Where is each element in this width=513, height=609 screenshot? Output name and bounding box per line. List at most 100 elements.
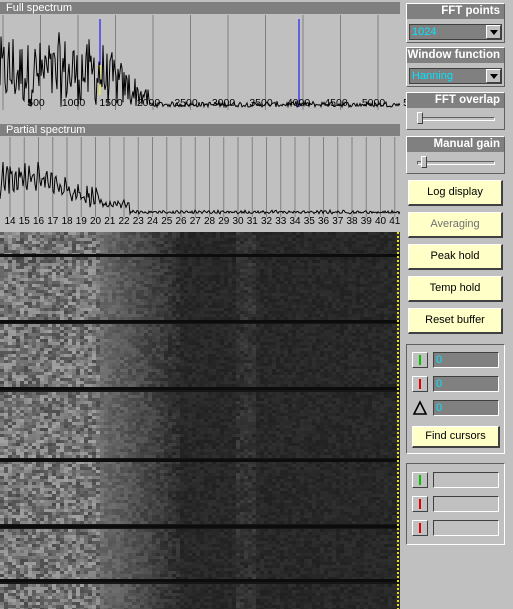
waterfall-cell xyxy=(212,330,216,333)
waterfall-cell xyxy=(236,244,240,247)
waterfall-cell xyxy=(16,336,20,339)
waterfall-cell xyxy=(204,339,208,342)
waterfall-cell xyxy=(356,354,360,357)
waterfall-cell xyxy=(36,241,40,244)
waterfall-cell xyxy=(76,287,80,290)
waterfall-cell xyxy=(88,263,92,266)
waterfall-cell xyxy=(104,281,108,284)
full-spectrum-axis: 5001000150020002500300035004000450050005… xyxy=(0,97,415,111)
waterfall-cell xyxy=(296,354,300,357)
waterfall-cell xyxy=(164,366,168,369)
waterfall-cell xyxy=(56,308,60,311)
waterfall-cell xyxy=(120,302,124,305)
waterfall-cell xyxy=(352,308,356,311)
waterfall-cell xyxy=(392,290,396,293)
waterfall-cell xyxy=(32,378,36,381)
waterfall-cell xyxy=(56,339,60,342)
waterfall-cell xyxy=(172,348,176,351)
waterfall-cell xyxy=(392,378,396,381)
waterfall-cell xyxy=(96,235,100,238)
waterfall-cell xyxy=(84,263,88,266)
waterfall-cell xyxy=(12,311,16,314)
waterfall-cell xyxy=(136,308,140,311)
waterfall-cell xyxy=(368,284,372,287)
waterfall-cell xyxy=(4,342,8,345)
waterfall-cell xyxy=(220,299,224,302)
waterfall-cell xyxy=(168,281,172,284)
waterfall-cell xyxy=(92,311,96,314)
waterfall-cell xyxy=(124,324,128,327)
waterfall-cell xyxy=(56,284,60,287)
waterfall-cell xyxy=(116,293,120,296)
waterfall-cell xyxy=(292,302,296,305)
waterfall-cell xyxy=(380,314,384,317)
waterfall-cell xyxy=(280,333,284,336)
waterfall-cell xyxy=(36,299,40,302)
waterfall-cell xyxy=(252,278,256,281)
waterfall-cell xyxy=(288,317,292,320)
waterfall-cell xyxy=(196,275,200,278)
waterfall-cell xyxy=(196,293,200,296)
waterfall-cell xyxy=(276,308,280,311)
waterfall-cell xyxy=(236,363,240,366)
waterfall-cell xyxy=(300,247,304,250)
waterfall-cell xyxy=(8,378,12,381)
waterfall-cell xyxy=(36,311,40,314)
waterfall-cell xyxy=(212,360,216,363)
waterfall-cell xyxy=(16,241,20,244)
waterfall-cell xyxy=(12,366,16,369)
spectrogram-waterfall[interactable] xyxy=(0,232,400,609)
waterfall-cell xyxy=(12,244,16,247)
waterfall-cell xyxy=(64,232,68,235)
waterfall-cell xyxy=(44,278,48,281)
waterfall-cell xyxy=(0,330,4,333)
waterfall-cell xyxy=(228,241,232,244)
waterfall-cell xyxy=(296,296,300,299)
full-spectrum-plot[interactable] xyxy=(0,15,400,110)
waterfall-cell xyxy=(376,247,380,250)
waterfall-cell xyxy=(352,241,356,244)
waterfall-cell xyxy=(308,324,312,327)
waterfall-cell xyxy=(376,250,380,253)
partial-spectrum-plot[interactable] xyxy=(0,137,400,217)
waterfall-cell xyxy=(88,330,92,333)
waterfall-cell xyxy=(100,260,104,263)
waterfall-cell xyxy=(68,330,72,333)
waterfall-cell xyxy=(200,241,204,244)
waterfall-cell xyxy=(240,375,244,378)
waterfall-cell xyxy=(296,317,300,320)
waterfall-cell xyxy=(324,360,328,363)
waterfall-cell xyxy=(44,345,48,348)
waterfall-cell xyxy=(236,330,240,333)
waterfall-cell xyxy=(328,336,332,339)
waterfall-cell xyxy=(348,314,352,317)
waterfall-cell xyxy=(248,232,252,235)
waterfall-cell xyxy=(128,330,132,333)
waterfall-cell xyxy=(392,351,396,354)
waterfall-cell xyxy=(372,232,376,235)
waterfall-cell xyxy=(352,244,356,247)
waterfall-cell xyxy=(92,366,96,369)
waterfall-cell xyxy=(184,375,188,378)
waterfall-cell xyxy=(244,235,248,238)
waterfall-cell xyxy=(232,339,236,342)
waterfall-cell xyxy=(268,266,272,269)
waterfall-cell xyxy=(380,238,384,241)
waterfall-cell xyxy=(360,263,364,266)
waterfall-cell xyxy=(68,272,72,275)
waterfall-cell xyxy=(192,311,196,314)
waterfall-cell xyxy=(148,232,152,235)
waterfall-cell xyxy=(256,330,260,333)
waterfall-cell xyxy=(252,269,256,272)
waterfall-cell xyxy=(80,284,84,287)
waterfall-cell xyxy=(56,260,60,263)
waterfall-cell xyxy=(88,375,92,378)
waterfall-cell xyxy=(84,333,88,336)
waterfall-cell xyxy=(124,351,128,354)
waterfall-cell xyxy=(256,272,260,275)
waterfall-cell xyxy=(48,314,52,317)
waterfall-cell xyxy=(220,336,224,339)
waterfall-cell xyxy=(220,284,224,287)
waterfall-cell xyxy=(360,357,364,360)
waterfall-cell xyxy=(312,244,316,247)
